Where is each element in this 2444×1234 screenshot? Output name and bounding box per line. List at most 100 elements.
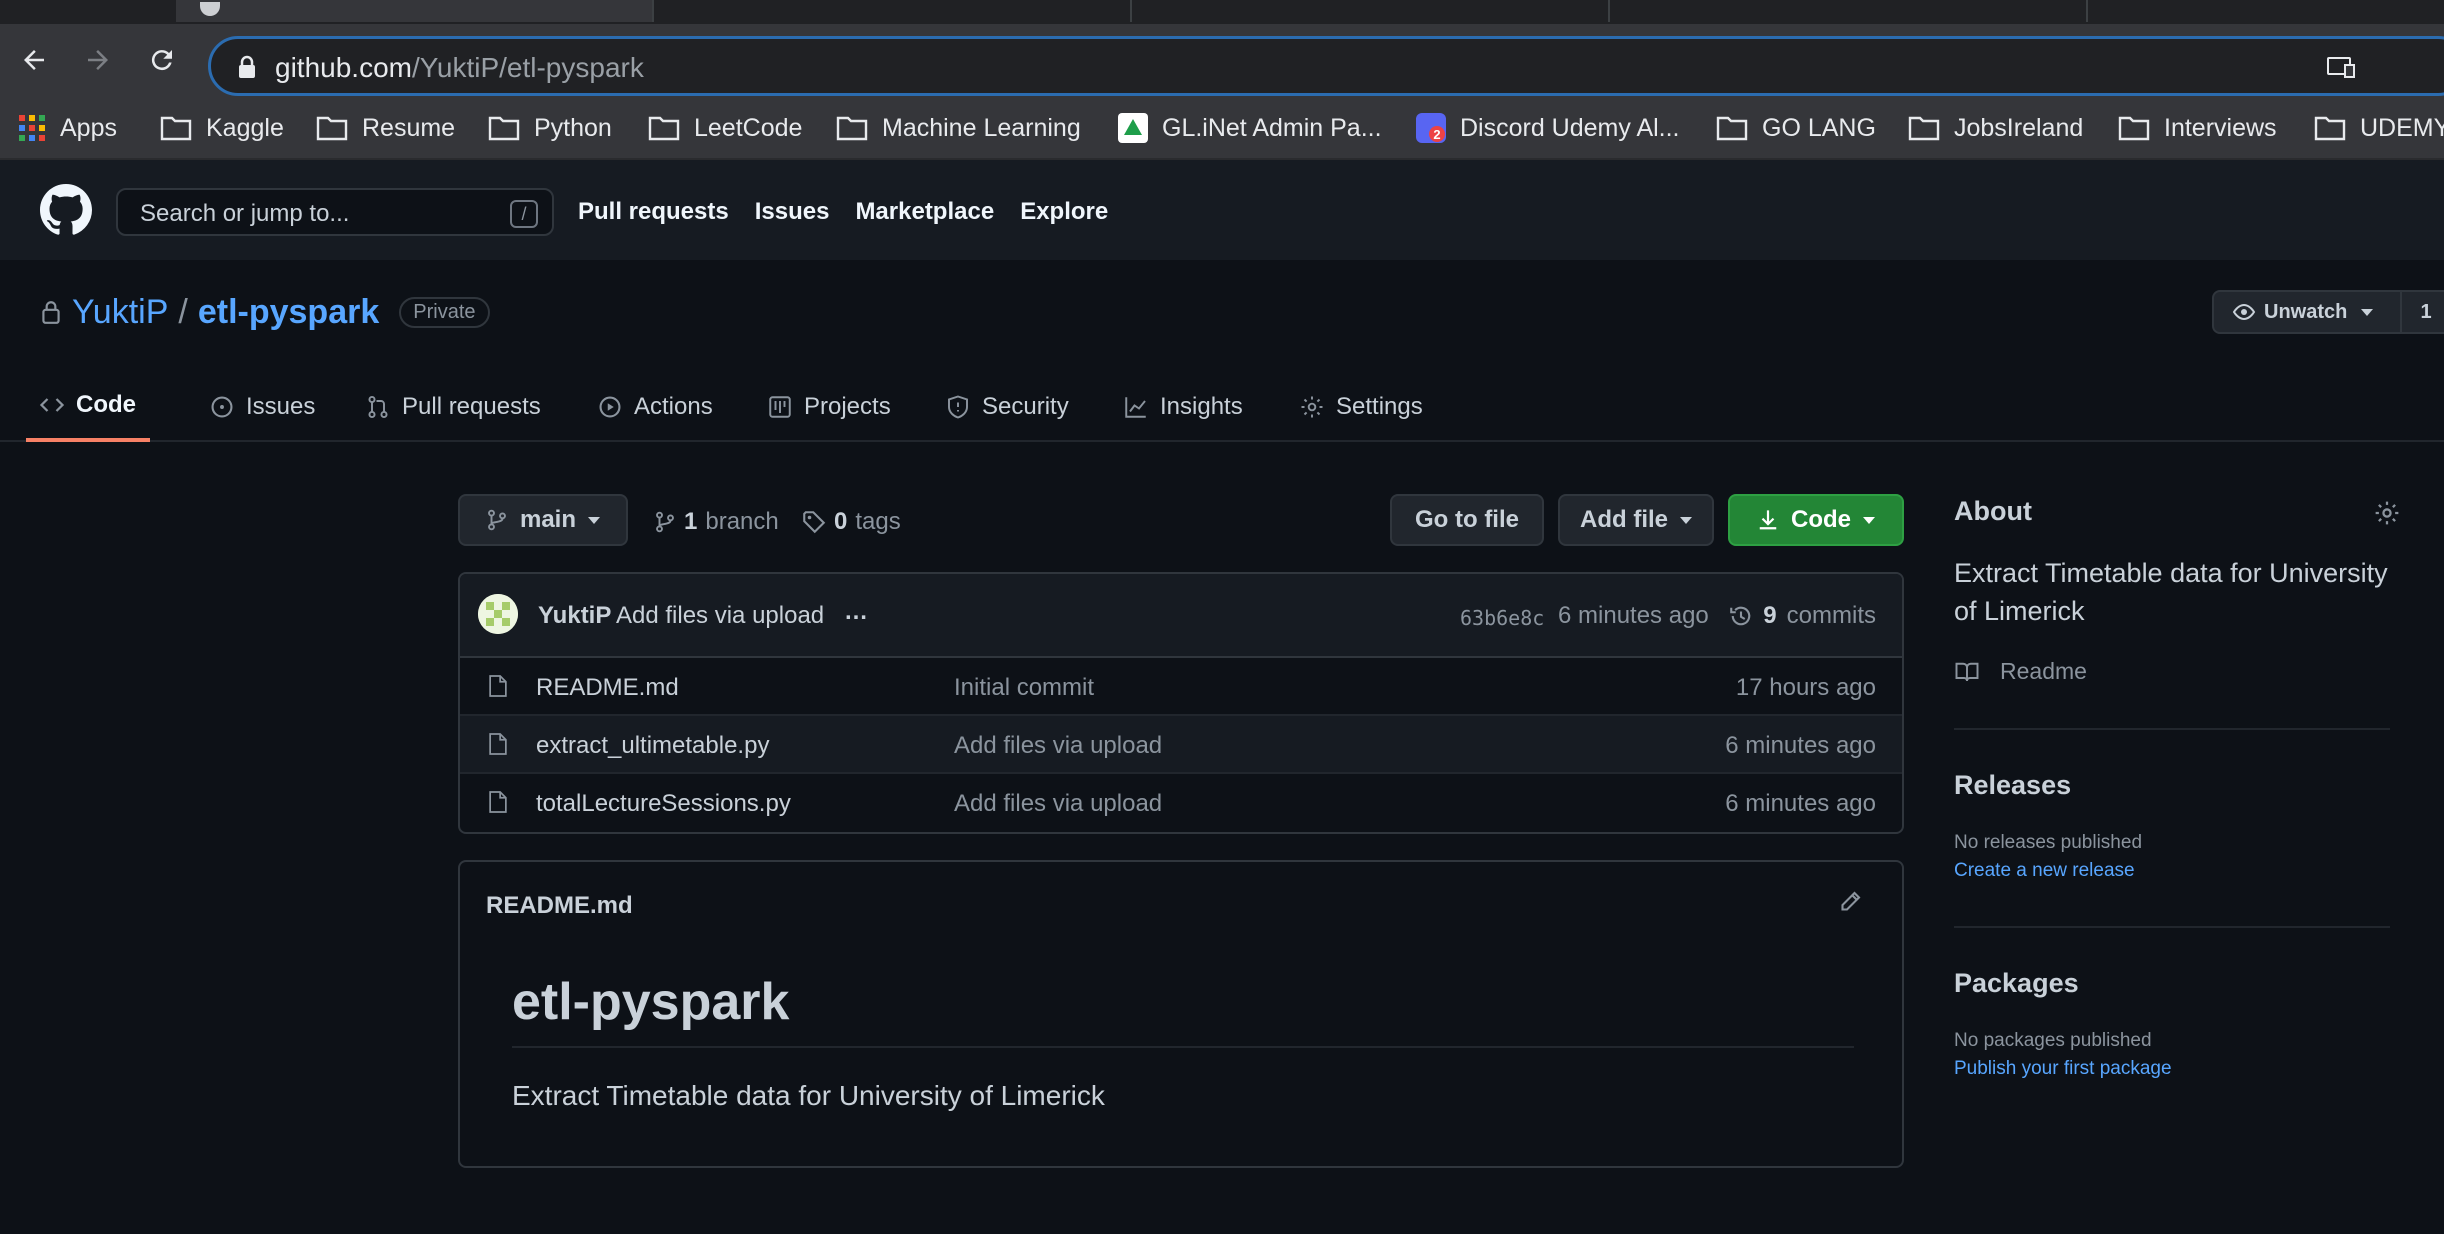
forward-button[interactable] [78, 40, 118, 80]
bookmark-item[interactable]: 2 Discord Udemy Al... [1416, 108, 1680, 148]
bookmark-item[interactable]: UDEMY [2314, 108, 2444, 148]
nav-marketplace[interactable]: Marketplace [855, 198, 994, 226]
address-bar[interactable]: github.com/YuktiP/etl-pyspark [208, 36, 2444, 96]
file-name-link[interactable]: extract_ultimetable.py [536, 732, 769, 760]
branches-link[interactable]: 1 branch [654, 508, 779, 536]
tab-code[interactable]: Code [26, 372, 150, 442]
download-icon [1759, 510, 1777, 530]
glinet-icon [1118, 113, 1148, 143]
bookmark-item[interactable]: Interviews [2118, 108, 2277, 148]
bookmark-item[interactable]: Python [488, 108, 612, 148]
repo-tabs: Code Issues Pull requests Actions Projects Se… [0, 372, 2444, 442]
nav-pull-requests[interactable]: Pull requests [578, 198, 729, 226]
commit-time: 6 minutes ago [1558, 602, 1709, 629]
nav-explore[interactable]: Explore [1020, 198, 1108, 226]
url-path: /YuktiP/etl-pyspark [411, 52, 644, 83]
file-row[interactable]: README.md Initial commit 17 hours ago [460, 658, 1902, 716]
gear-icon[interactable] [2374, 500, 2400, 526]
commit-author[interactable]: YuktiP [538, 602, 611, 630]
publish-package-link[interactable]: Publish your first package [1954, 1058, 2172, 1080]
file-commit-message[interactable]: Add files via upload [954, 732, 1162, 760]
repo-title: YuktiP / etl-pyspark Private [40, 290, 490, 334]
create-release-link[interactable]: Create a new release [1954, 860, 2135, 882]
address-url[interactable]: github.com/YuktiP/etl-pyspark [275, 52, 644, 84]
tab-insights[interactable]: Insights [1110, 372, 1257, 442]
divider [1954, 728, 2390, 730]
arrow-left-icon [24, 50, 44, 70]
reload-button[interactable] [142, 40, 182, 80]
lock-icon [42, 301, 60, 324]
bookmark-label: Interviews [2164, 113, 2277, 142]
readme-filename[interactable]: README.md [486, 892, 633, 920]
file-row[interactable]: totalLectureSessions.py Add files via upl… [460, 774, 1902, 832]
tab-settings[interactable]: Settings [1286, 372, 1437, 442]
tab-pull-requests[interactable]: Pull requests [352, 372, 555, 442]
folder-icon [836, 116, 868, 141]
bookmark-item[interactable]: GL.iNet Admin Pa... [1118, 108, 1382, 148]
file-name-link[interactable]: totalLectureSessions.py [536, 790, 791, 818]
tab-projects[interactable]: Projects [754, 372, 905, 442]
add-file-label: Add file [1580, 506, 1668, 533]
cast-icon[interactable] [2325, 55, 2355, 79]
file-icon [489, 733, 507, 755]
global-nav: Pull requests Issues Marketplace Explore [578, 198, 1108, 226]
commits-link[interactable]: 9 commits [1729, 602, 1876, 630]
file-row[interactable]: extract_ultimetable.py Add files via uplo… [460, 716, 1902, 774]
folder-icon [316, 116, 348, 141]
search-input[interactable]: Search or jump to... / [116, 188, 554, 236]
bookmark-item[interactable]: Resume [316, 108, 455, 148]
file-list: README.md Initial commit 17 hours ago extra… [460, 658, 1902, 832]
unwatch-button[interactable]: Unwatch [2214, 292, 2402, 332]
browser-tab[interactable] [1612, 0, 2088, 22]
bookmark-label: JobsIreland [1954, 113, 2084, 142]
chevron-down-icon [1680, 516, 1692, 524]
back-button[interactable] [14, 40, 54, 80]
add-file-button[interactable]: Add file [1558, 494, 1714, 546]
tab-issues[interactable]: Issues [196, 372, 329, 442]
folder-icon [1716, 116, 1748, 141]
bookmark-item[interactable]: Machine Learning [836, 108, 1081, 148]
bookmark-item[interactable]: JobsIreland [1908, 108, 2083, 148]
bookmark-label: Machine Learning [882, 113, 1081, 142]
repo-name-link[interactable]: etl-pyspark [198, 293, 379, 332]
releases-title[interactable]: Releases [1954, 770, 2071, 801]
svg-text:2: 2 [1433, 127, 1440, 142]
watchers-count[interactable]: 1 [2402, 292, 2444, 332]
file-name-link[interactable]: README.md [536, 674, 679, 702]
readme-body: Extract Timetable data for University of… [512, 1080, 1105, 1111]
go-to-file-button[interactable]: Go to file [1390, 494, 1544, 546]
nav-issues[interactable]: Issues [755, 198, 830, 226]
pencil-icon[interactable] [1838, 890, 1862, 914]
readme-heading: etl-pyspark [512, 972, 1854, 1048]
branch-icon [488, 509, 506, 531]
play-icon [599, 396, 621, 418]
file-commit-age: 17 hours ago [1735, 674, 1876, 701]
browser-tab[interactable] [2090, 0, 2444, 22]
file-commit-message[interactable]: Add files via upload [954, 790, 1162, 818]
bookmark-item[interactable]: GO LANG [1716, 108, 1876, 148]
commit-message[interactable]: Add files via upload [616, 602, 824, 630]
bookmark-item[interactable]: Apps [18, 108, 117, 148]
search-placeholder: Search or jump to... [140, 200, 350, 227]
branch-selector[interactable]: main [458, 494, 628, 546]
releases-text: No releases published [1954, 832, 2143, 853]
packages-title[interactable]: Packages [1954, 968, 2079, 999]
browser-tab[interactable] [1134, 0, 1610, 22]
github-logo-icon[interactable] [40, 184, 92, 236]
browser-tab[interactable] [656, 0, 1132, 22]
tab-actions[interactable]: Actions [584, 372, 727, 442]
folder-icon [160, 116, 192, 141]
shield-icon [948, 395, 968, 419]
tags-link[interactable]: 0 tags [802, 508, 901, 536]
bookmark-item[interactable]: LeetCode [648, 108, 802, 148]
commit-hash[interactable]: 63b6e8c [1460, 606, 1544, 630]
commit-expand-ellipsis[interactable]: … [844, 598, 868, 626]
tab-security[interactable]: Security [932, 372, 1083, 442]
avatar[interactable] [478, 594, 518, 634]
readme-sidebar-link[interactable]: Readme [1954, 658, 2087, 685]
file-commit-message[interactable]: Initial commit [954, 674, 1094, 702]
code-button[interactable]: Code [1728, 494, 1904, 546]
repo-owner-link[interactable]: YuktiP [72, 293, 168, 332]
browser-tab-active[interactable] [176, 0, 654, 22]
bookmark-item[interactable]: Kaggle [160, 108, 284, 148]
